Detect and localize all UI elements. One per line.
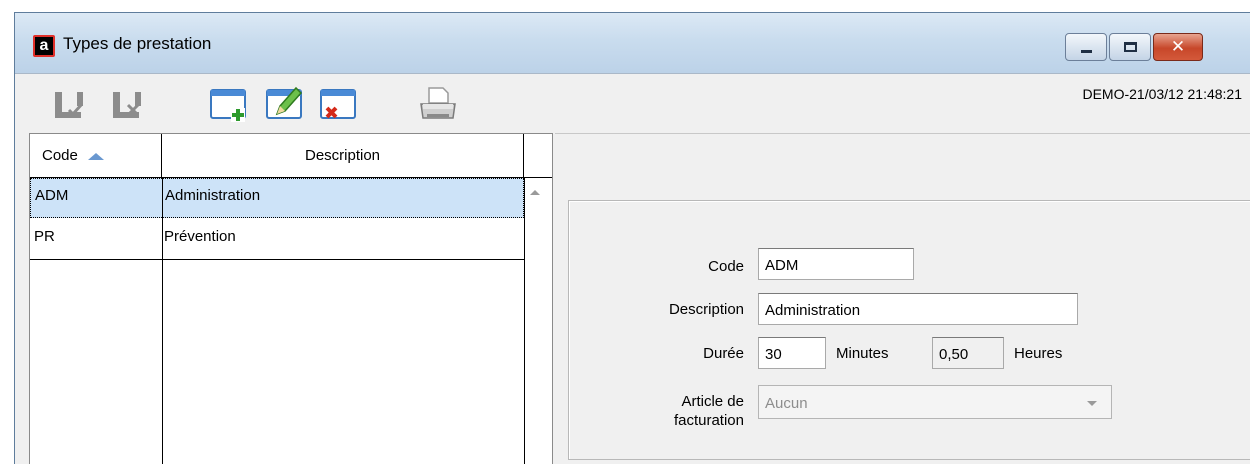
app-logo-icon: a [33, 35, 55, 57]
close-icon: ✕ [1170, 37, 1186, 57]
cell-description: Prévention [164, 228, 236, 245]
table-row[interactable]: PR Prévention [30, 220, 524, 260]
description-field[interactable]: Administration [758, 293, 1078, 325]
duree-minutes-field[interactable]: 30 [758, 337, 826, 369]
duree-label: Durée [703, 345, 744, 362]
edit-button[interactable] [265, 84, 307, 126]
delete-button[interactable] [319, 84, 361, 126]
print-button[interactable] [417, 84, 459, 126]
heures-label: Heures [1014, 345, 1063, 362]
toolbar: DEMO-21/03/12 21:48:21 [15, 73, 1250, 135]
minimize-button[interactable] [1065, 33, 1107, 61]
save-check-icon [55, 92, 84, 118]
description-label: Description [668, 301, 744, 318]
printer-icon [420, 87, 456, 119]
panel-divider [555, 133, 1250, 134]
table-row[interactable]: ADM Administration [30, 178, 524, 218]
column-divider [162, 178, 163, 464]
column-header-code[interactable]: Code [30, 134, 162, 178]
new-record-icon [210, 89, 246, 122]
session-timestamp: DEMO-21/03/12 21:48:21 [1082, 86, 1242, 102]
chevron-down-icon [1087, 401, 1097, 406]
cell-code: PR [34, 228, 55, 245]
article-facturation-value: Aucun [765, 395, 808, 412]
article-label-line2: facturation [673, 412, 744, 429]
column-header-code-label: Code [42, 147, 78, 164]
delete-record-icon [320, 89, 356, 119]
column-header-description[interactable]: Description [162, 134, 524, 178]
article-facturation-select[interactable]: Aucun [758, 385, 1112, 419]
close-button[interactable]: ✕ [1153, 33, 1203, 61]
code-field[interactable]: ADM [758, 248, 914, 280]
save-cancel-icon [113, 92, 141, 118]
minutes-label: Minutes [836, 345, 889, 362]
code-label: Code [708, 258, 744, 275]
save-button[interactable] [51, 84, 93, 126]
article-label-line1: Article de [681, 393, 744, 410]
prestation-types-grid[interactable]: Code Description ADM Administration PR P… [29, 133, 553, 464]
column-header-description-label: Description [304, 147, 381, 164]
new-button[interactable] [209, 84, 251, 126]
article-facturation-label: Article de facturation [640, 392, 744, 430]
sort-ascending-icon [87, 152, 104, 160]
cancel-button[interactable] [109, 84, 151, 126]
scroll-up-icon[interactable] [530, 190, 540, 195]
cell-code: ADM [35, 187, 69, 204]
grid-header: Code Description [30, 134, 552, 178]
minimize-icon [1081, 50, 1092, 53]
window-title: Types de prestation [63, 34, 212, 53]
maximize-icon [1124, 42, 1137, 52]
cell-description: Administration [165, 187, 261, 204]
maximize-button[interactable] [1109, 33, 1151, 61]
duree-heures-field: 0,50 [932, 337, 1004, 369]
edit-record-icon [266, 86, 303, 119]
column-divider [524, 178, 525, 464]
title-bar[interactable]: a Types de prestation ✕ [15, 13, 1250, 73]
